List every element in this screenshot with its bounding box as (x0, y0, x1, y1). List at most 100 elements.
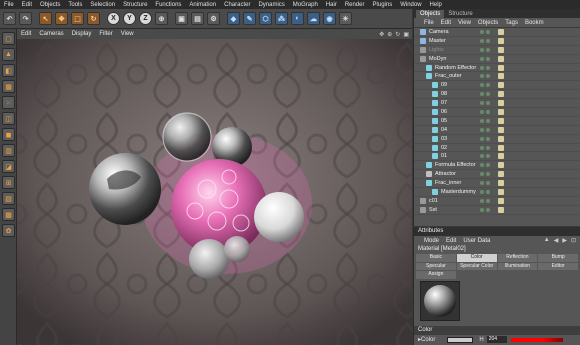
visibility-flags[interactable] (480, 189, 492, 194)
menu-render[interactable]: Render (345, 2, 365, 8)
tab-basic[interactable]: Basic (416, 254, 456, 262)
menu-hair[interactable]: Hair (326, 2, 337, 8)
visibility-flags[interactable] (480, 83, 492, 88)
objects-menu-objects[interactable]: Objects (478, 20, 498, 26)
material-tag-icon[interactable] (498, 37, 504, 44)
tab-illumination[interactable]: Illumination (497, 262, 538, 270)
attributes-menu-mode[interactable]: Mode (424, 238, 439, 244)
polygons-mode-icon[interactable]: ◼ (2, 128, 15, 141)
tab-specular[interactable]: Specular (416, 262, 456, 270)
material-tag-icon[interactable] (498, 55, 504, 62)
menu-character[interactable]: Character (224, 2, 250, 8)
object-row[interactable]: Attractor (414, 170, 580, 180)
material-tag-icon[interactable] (498, 188, 504, 195)
menu-mograph[interactable]: MoGraph (293, 2, 318, 8)
visibility-flags[interactable] (480, 118, 492, 123)
scene-icon[interactable]: ☁ (307, 12, 320, 25)
menu-selection[interactable]: Selection (90, 2, 115, 8)
visibility-flags[interactable] (480, 127, 492, 132)
uv-mode-icon[interactable]: ▥ (2, 144, 15, 157)
material-tag-icon[interactable] (498, 82, 504, 89)
menu-help[interactable]: Help (430, 2, 442, 8)
tab-objects[interactable]: Objects (416, 10, 445, 18)
object-row[interactable]: Frac_outer (414, 72, 580, 82)
nav-back-icon[interactable]: ◀ (554, 237, 559, 244)
object-row[interactable]: 03 (414, 135, 580, 144)
tab-reflection[interactable]: Reflection (497, 254, 538, 262)
visibility-flags[interactable] (480, 154, 492, 159)
animation-mode-icon[interactable]: ◪ (2, 160, 15, 173)
visibility-flags[interactable] (480, 136, 492, 141)
workplane-icon[interactable]: ▧ (2, 192, 15, 205)
object-row[interactable]: Frac_inner (414, 179, 580, 189)
object-row[interactable]: 05 (414, 117, 580, 126)
make-editable-icon[interactable]: ▢ (2, 32, 15, 45)
visibility-flags[interactable] (480, 56, 492, 61)
material-tag-icon[interactable] (498, 197, 504, 204)
tab-specular-color[interactable]: Specular Color (456, 262, 497, 270)
viewport-menu-edit[interactable]: Edit (21, 31, 31, 37)
deformer-icon[interactable]: ◐ (291, 12, 304, 25)
material-tag-icon[interactable] (498, 108, 504, 115)
menu-tools[interactable]: Tools (68, 2, 82, 8)
visibility-flags[interactable] (480, 198, 492, 203)
menu-objects[interactable]: Objects (40, 2, 60, 8)
tab-assign[interactable]: Assign (416, 271, 456, 279)
rotate-icon[interactable]: ↻ (87, 12, 100, 25)
visibility-flags[interactable] (480, 109, 492, 114)
object-row[interactable]: 01 (414, 152, 580, 162)
visibility-flags[interactable] (480, 29, 492, 34)
material-tag-icon[interactable] (498, 162, 504, 169)
material-tag-icon[interactable] (498, 64, 504, 71)
material-tag-icon[interactable] (498, 73, 504, 80)
visibility-flags[interactable] (480, 74, 492, 79)
points-mode-icon[interactable]: ⁙ (2, 96, 15, 109)
color-swatch[interactable] (447, 336, 474, 343)
menu-structure[interactable]: Structure (123, 2, 147, 8)
z-axis-button[interactable]: Z (139, 12, 152, 25)
undo-icon[interactable]: ↶ (3, 12, 16, 25)
attributes-menu-user-data[interactable]: User Data (463, 238, 490, 244)
objects-menu-view[interactable]: View (458, 20, 471, 26)
material-tag-icon[interactable] (498, 135, 504, 142)
object-row[interactable]: 09 (414, 81, 580, 91)
sculpt-icon[interactable]: ✿ (2, 224, 15, 237)
tab-editor[interactable]: Editor (538, 262, 578, 270)
material-tag-icon[interactable] (498, 180, 504, 187)
object-row[interactable]: 07 (414, 99, 580, 109)
objects-menu-tags[interactable]: Tags (505, 20, 518, 26)
object-row[interactable]: 04 (414, 126, 580, 135)
material-tag-icon[interactable] (498, 28, 504, 35)
snapping-icon[interactable]: ⊞ (2, 176, 15, 189)
rotate-view-icon[interactable]: ↻ (395, 31, 400, 38)
menu-dynamics[interactable]: Dynamics (258, 2, 284, 8)
material-tag-icon[interactable] (498, 171, 504, 178)
material-tag-icon[interactable] (498, 144, 504, 151)
subdivision-icon[interactable]: ⬡ (259, 12, 272, 25)
object-row[interactable]: Random Effector (414, 64, 580, 73)
viewport-menu-display[interactable]: Display (72, 31, 92, 37)
material-tag-icon[interactable] (498, 46, 504, 53)
material-tag-icon[interactable] (498, 206, 504, 213)
menu-plugins[interactable]: Plugins (373, 2, 393, 8)
render-view-icon[interactable]: ▣ (175, 12, 188, 25)
visibility-flags[interactable] (480, 65, 492, 70)
3d-viewport[interactable] (17, 39, 412, 345)
attributes-menu-edit[interactable]: Edit (446, 238, 456, 244)
toggle-view-icon[interactable]: ▣ (403, 31, 409, 38)
material-tag-icon[interactable] (498, 126, 504, 133)
menu-window[interactable]: Window (400, 2, 421, 8)
viewport-menu-filter[interactable]: Filter (99, 31, 112, 37)
array-icon[interactable]: ⁂ (275, 12, 288, 25)
object-row[interactable]: 08 (414, 90, 580, 100)
object-row[interactable]: Masterdummy (414, 188, 580, 197)
menu-animation[interactable]: Animation (189, 2, 216, 8)
objects-menu-edit[interactable]: Edit (441, 20, 451, 26)
objects-menu-file[interactable]: File (424, 20, 434, 26)
cube-icon[interactable]: ◆ (227, 12, 240, 25)
tab-color[interactable]: Color (456, 254, 497, 262)
menu-file[interactable]: File (4, 2, 14, 8)
move-view-icon[interactable]: ✥ (379, 31, 384, 38)
object-row[interactable]: Formula Effector (414, 161, 580, 171)
object-row[interactable]: Camera (414, 28, 580, 37)
